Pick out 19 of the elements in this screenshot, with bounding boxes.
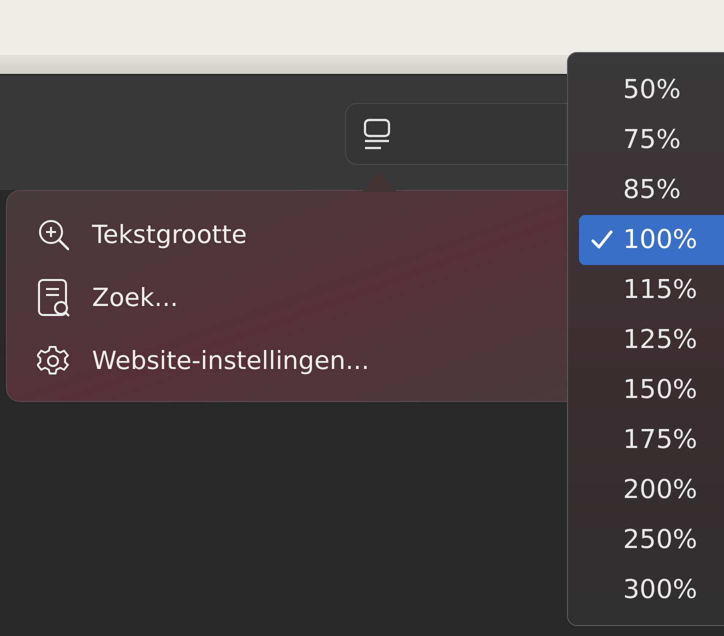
settings-icon: [37, 344, 71, 378]
zoom-option[interactable]: 85%: [579, 165, 724, 215]
menu-item[interactable]: Website-instellingen...: [37, 329, 581, 392]
zoom-option[interactable]: 75%: [579, 115, 724, 165]
zoom-option[interactable]: 100%: [579, 215, 724, 265]
zoom-option[interactable]: 150%: [579, 365, 724, 415]
menu-item[interactable]: Tekstgrootte: [37, 203, 581, 266]
menu-item[interactable]: Zoek...: [37, 266, 581, 329]
zoom-option[interactable]: 250%: [579, 515, 724, 565]
checkmark-icon: [591, 230, 613, 250]
zoom-option[interactable]: 115%: [579, 265, 724, 315]
zoom-option[interactable]: 300%: [579, 565, 724, 615]
reader-icon[interactable]: [363, 118, 391, 152]
document-search-icon: [37, 278, 71, 318]
zoom-option[interactable]: 50%: [579, 65, 724, 115]
zoom-in-icon: [37, 218, 71, 252]
zoom-option[interactable]: 200%: [579, 465, 724, 515]
zoom-option[interactable]: 175%: [579, 415, 724, 465]
zoom-option[interactable]: 125%: [579, 315, 724, 365]
